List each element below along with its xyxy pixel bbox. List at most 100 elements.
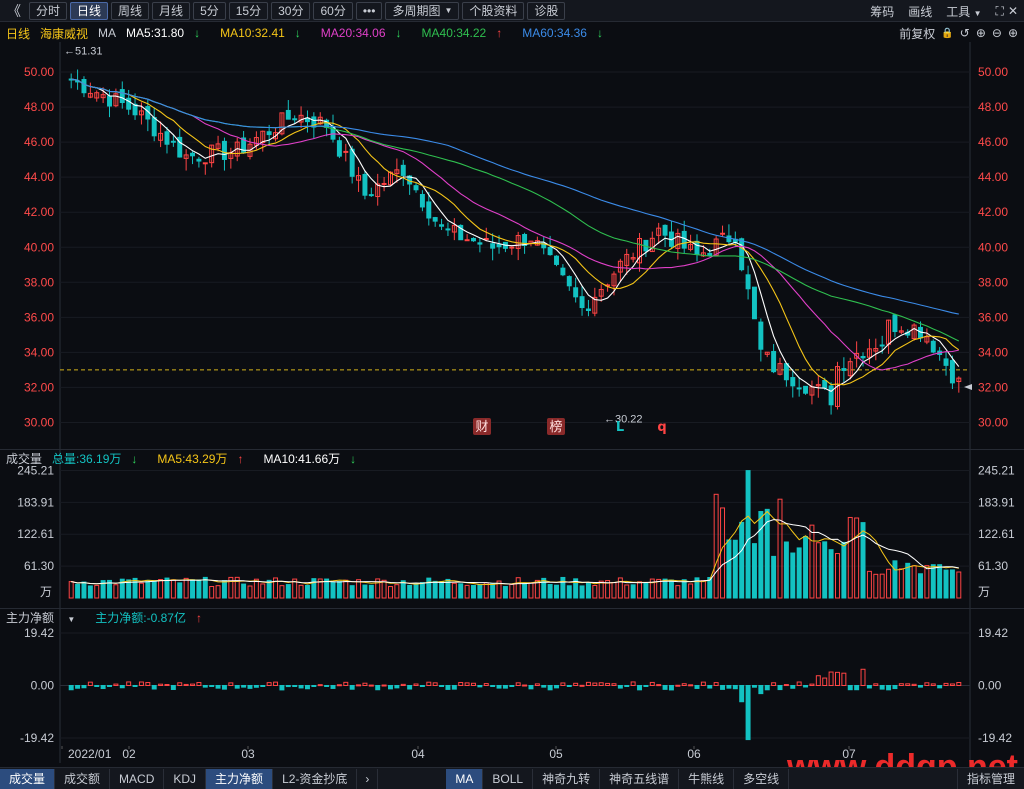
flow-bar	[918, 685, 923, 688]
volume-ma5-text: MA5:43.29万	[157, 452, 228, 466]
volume-tick-label-left: 61.30	[24, 559, 54, 573]
tab-macd[interactable]: MACD	[110, 768, 165, 789]
flow-bar	[790, 685, 796, 689]
flow-bar	[298, 685, 304, 689]
volume-header: 成交量 总量:36.19万 ↓ MA5:43.29万 ↑ MA10:41.66万 ↓	[0, 449, 1024, 467]
tab-bull-bear[interactable]: 牛熊线	[679, 768, 735, 789]
flow-bar	[771, 682, 777, 687]
flow-value: 主力净额:-0.87亿 ↑	[95, 609, 212, 626]
volume-bar	[509, 583, 515, 599]
volume-bar	[732, 539, 738, 599]
volume-bar	[668, 579, 674, 599]
tab-ma[interactable]: MA	[446, 768, 484, 789]
tab-five-line[interactable]: 神奇五线谱	[600, 768, 680, 789]
candle-body	[349, 148, 355, 177]
volume-bar	[592, 584, 598, 599]
flow-bar	[566, 685, 572, 687]
volume-bar	[585, 582, 591, 599]
volume-bar	[241, 583, 247, 599]
volume-bar	[209, 586, 215, 599]
volume-tick-label-right: 183.91	[978, 495, 1015, 509]
flow-bar	[783, 684, 789, 687]
volume-bar	[777, 498, 783, 599]
volume-bar	[464, 584, 470, 599]
volume-bar	[158, 579, 164, 599]
candle-body	[547, 246, 553, 256]
price-tick-label-left: 50.00	[24, 65, 54, 79]
volume-bar	[407, 584, 413, 599]
flow-bar	[630, 681, 636, 686]
volume-bar	[68, 581, 74, 599]
chevron-right-icon[interactable]: ›	[357, 768, 379, 789]
price-tick-label-right: 40.00	[978, 240, 1008, 254]
volume-bar	[81, 581, 87, 599]
flow-bar	[956, 682, 962, 687]
flow-bar	[617, 685, 623, 689]
volume-bar	[834, 553, 840, 599]
candle-body	[930, 340, 936, 353]
price-tick-label-right: 42.00	[978, 205, 1008, 219]
candle-body	[483, 237, 489, 240]
flow-bar	[758, 685, 764, 695]
flow-bar	[809, 683, 815, 686]
volume-bar	[138, 582, 144, 599]
candle-body	[879, 344, 885, 347]
volume-bar	[822, 541, 828, 599]
flow-bar	[356, 684, 362, 687]
stock-chart[interactable]: ←51.31←30.22财榜 Lq 50.00 50.0048.00 48.0046.…	[0, 0, 1024, 767]
candle-body	[170, 140, 176, 143]
volume-bar	[183, 577, 189, 599]
volume-bar	[439, 581, 445, 599]
volume-bar	[528, 582, 534, 599]
volume-bar	[560, 576, 566, 599]
candle-body	[579, 296, 585, 309]
volume-bar	[911, 565, 917, 599]
candle-body	[266, 131, 272, 136]
volume-bar	[253, 578, 259, 599]
volume-bar	[285, 584, 291, 599]
price-tick-label-left: 36.00	[24, 310, 54, 324]
flow-bar	[177, 682, 183, 686]
tab-nine-turn[interactable]: 神奇九转	[533, 768, 601, 789]
volume-bar	[937, 564, 943, 599]
volume-bar	[643, 582, 649, 599]
flow-bar	[426, 681, 432, 686]
flow-title[interactable]: 主力净额 ▼	[6, 609, 85, 626]
candle-body	[496, 243, 502, 248]
flow-bar	[349, 685, 355, 690]
flow-bar	[394, 685, 400, 689]
volume-bar	[783, 541, 789, 599]
flow-bar	[196, 682, 202, 686]
flow-bar	[317, 684, 323, 687]
flow-bar	[483, 683, 489, 687]
volume-bar	[579, 585, 585, 599]
flow-bar	[688, 684, 694, 687]
volume-bar	[75, 583, 81, 599]
tab-turnover[interactable]: 成交额	[55, 768, 111, 789]
flow-bar	[662, 685, 668, 690]
candle-body	[343, 150, 349, 153]
tab-long-short[interactable]: 多空线	[734, 768, 790, 789]
indicator-manage-button[interactable]: 指标管理	[956, 769, 1024, 789]
flow-bar	[547, 685, 553, 691]
ma20-line	[71, 78, 959, 371]
tab-kdj[interactable]: KDJ	[164, 768, 207, 789]
candle-body	[107, 95, 112, 107]
price-tick-label-right: 30.00	[978, 415, 1008, 429]
candle-body	[292, 118, 298, 121]
flow-bar	[490, 685, 496, 687]
tab-boll[interactable]: BOLL	[483, 768, 534, 789]
tab-main-flow[interactable]: 主力净额	[206, 768, 274, 789]
flow-bar	[209, 685, 215, 687]
tab-volume[interactable]: 成交量	[0, 768, 56, 789]
candle-body	[949, 360, 955, 384]
volume-title[interactable]: 成交量	[6, 450, 42, 467]
candle-body	[860, 356, 866, 359]
volume-bar	[221, 580, 227, 599]
flow-bar	[624, 685, 630, 687]
flow-bar	[362, 682, 368, 686]
tab-l2-bottom[interactable]: L2-资金抄底	[273, 768, 358, 789]
flow-bar	[777, 685, 783, 691]
volume-bar	[745, 470, 751, 599]
flow-bar	[368, 684, 374, 687]
